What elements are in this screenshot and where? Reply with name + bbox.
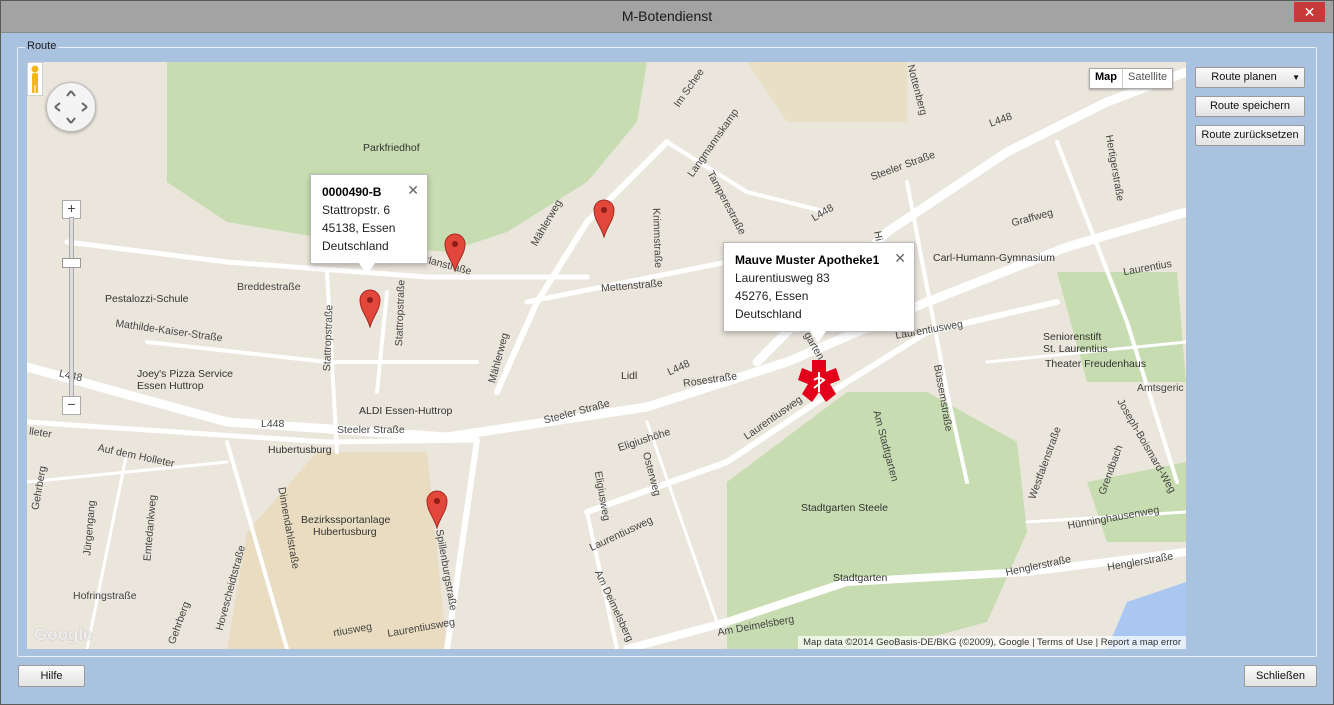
- poi-stadtgarten-steele: Stadtgarten Steele: [801, 502, 888, 514]
- map-marker[interactable]: [426, 489, 448, 529]
- road-stattropstrasse-2: Stattropstraße: [393, 279, 408, 347]
- close-window-button[interactable]: ✕: [1294, 2, 1325, 22]
- map-canvas: [27, 62, 1186, 649]
- route-group-label: Route: [25, 40, 59, 52]
- map-type-map-button[interactable]: Map: [1090, 69, 1123, 88]
- info-window-line: Deutschland: [735, 307, 802, 321]
- road-hofringstrasse: Hofringstraße: [73, 590, 137, 602]
- poi-joeys-1: Joey's Pizza Service: [137, 368, 233, 380]
- poi-senioren-2: St. Laurentius: [1043, 343, 1108, 355]
- dropdown-arrow-icon: ▼: [1292, 73, 1300, 82]
- google-logo: Google: [34, 625, 93, 644]
- hilfe-button[interactable]: Hilfe: [18, 665, 85, 687]
- poi-stadtgarten: Stadtgarten: [833, 572, 888, 584]
- info-window-line: Stattropstr. 6: [322, 203, 391, 217]
- pan-arrows-icon: [54, 90, 88, 124]
- poi-parkfriedhof: Parkfriedhof: [363, 142, 420, 154]
- poi-pestalozzi: Pestalozzi-Schule: [105, 293, 189, 305]
- poi-senioren-1: Seniorenstift: [1043, 331, 1102, 343]
- zoom-slider-thumb[interactable]: [62, 258, 81, 268]
- road-stattropstrasse-1: Stattropstraße: [321, 304, 336, 372]
- pharmacy-marker-icon[interactable]: [796, 358, 842, 404]
- pan-control[interactable]: [46, 82, 96, 132]
- route-zuruecksetzen-button[interactable]: Route zurücksetzen: [1195, 125, 1305, 146]
- poi-hubertusburg: Hubertusburg: [268, 444, 332, 456]
- poi-carl-humann: Carl-Humann-Gymnasium: [933, 252, 1055, 264]
- road-steeler-1: Steeler Straße: [337, 424, 405, 436]
- poi-joeys-2: Essen Huttrop: [137, 380, 204, 392]
- window-title: M-Botendienst: [621, 8, 713, 24]
- pegman-icon[interactable]: [27, 62, 43, 96]
- info-window-customer: 0000490-B Stattropstr. 6 45138, Essen De…: [310, 174, 428, 275]
- route-planen-label: Route planen: [1211, 71, 1277, 83]
- map-type-control: Map Satellite: [1089, 68, 1174, 89]
- road-breddestrasse: Breddestraße: [237, 281, 301, 293]
- close-info-window-icon[interactable]: ✕: [894, 249, 906, 267]
- info-window-line: Laurentiusweg 83: [735, 271, 830, 285]
- route-speichern-button[interactable]: Route speichern: [1195, 96, 1305, 117]
- schliessen-button[interactable]: Schließen: [1244, 665, 1317, 687]
- map-type-satellite-button[interactable]: Satellite: [1123, 69, 1172, 88]
- app-window: M-Botendienst ✕ Route Parkfriedhof Pesta…: [0, 0, 1334, 705]
- road-hi: Hi: [871, 230, 885, 242]
- zoom-slider-track[interactable]: [69, 217, 74, 397]
- info-window-title: 0000490-B: [322, 185, 382, 199]
- road-l448-b: L448: [261, 418, 285, 430]
- road-krimmstrasse: Krimmstraße: [650, 207, 665, 269]
- map-copyright: Map data ©2014 GeoBasis-DE/BKG (©2009), …: [798, 636, 1186, 649]
- poi-aldi: ALDI Essen-Huttrop: [359, 405, 453, 417]
- info-window-line: 45276, Essen: [735, 289, 809, 303]
- map-marker[interactable]: [593, 198, 615, 238]
- map-view[interactable]: Parkfriedhof Pestalozzi-Schule Joey's Pi…: [27, 62, 1186, 649]
- info-window-line: Deutschland: [322, 239, 389, 253]
- copyright-text: Map data ©2014 GeoBasis-DE/BKG (©2009), …: [803, 637, 1030, 648]
- map-marker[interactable]: [359, 288, 381, 328]
- poi-theater: Theater Freudenhaus: [1045, 358, 1146, 370]
- poi-bezirk-1: Bezirkssportanlage: [301, 514, 391, 526]
- zoom-out-button[interactable]: −: [62, 396, 81, 415]
- map-marker[interactable]: [444, 232, 466, 272]
- info-window-line: 45138, Essen: [322, 221, 396, 235]
- poi-lidl: Lidl: [621, 370, 638, 382]
- report-link[interactable]: Report a map error: [1101, 637, 1181, 648]
- close-info-window-icon[interactable]: ✕: [407, 181, 419, 199]
- road-amtsgericht: Amtsgeric: [1137, 382, 1184, 394]
- info-window-title: Mauve Muster Apotheke1: [735, 253, 880, 267]
- titlebar: M-Botendienst ✕: [1, 1, 1333, 33]
- terms-link[interactable]: Terms of Use: [1037, 637, 1093, 648]
- info-window-tail: [810, 331, 826, 343]
- info-window-pharmacy: Mauve Muster Apotheke1 Laurentiusweg 83 …: [723, 242, 915, 343]
- info-window-tail: [359, 263, 375, 275]
- poi-bezirk-2: Hubertusburg: [313, 526, 377, 538]
- route-planen-button[interactable]: Route planen ▼: [1195, 67, 1305, 88]
